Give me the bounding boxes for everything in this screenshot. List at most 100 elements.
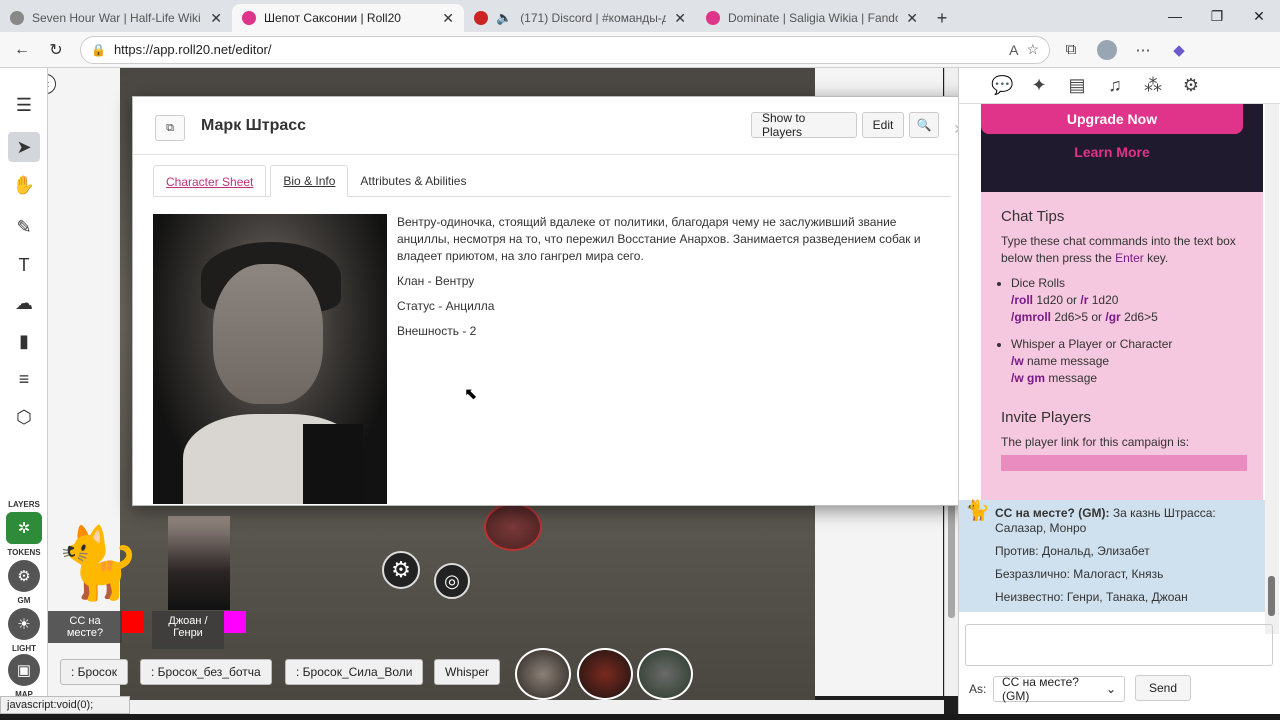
dice-icon[interactable]: ⬡ [8,402,40,432]
status-url: javascript:void(0); [0,696,130,714]
speak-as-select[interactable]: СС на месте? (GM) ⌄ [993,675,1125,703]
close-icon[interactable]: ✕ [906,10,918,27]
url-text: https://app.roll20.net/editor/ [113,42,272,57]
gm-layer-icon[interactable]: ⚙ [8,560,40,592]
pan-hand-icon[interactable]: ✋ [8,170,40,200]
player-color-swatch[interactable] [224,611,246,633]
map-layer-icon[interactable]: ▣ [8,654,40,686]
select-tool-icon[interactable]: ➤ [8,132,40,162]
more-menu-icon[interactable]: ⋯ [1128,36,1158,64]
settings-gear-icon[interactable]: ⚙ [1181,75,1201,96]
upgrade-now-button[interactable]: Upgrade Now [981,104,1243,134]
edit-button[interactable]: Edit [862,112,904,138]
dialog-header: ⧉ Марк Штрасс Show to Players Edit 🔍 ✕ [133,97,979,155]
profile-icon[interactable] [1092,36,1122,64]
read-aloud-icon[interactable]: A [1009,42,1018,58]
character-portrait [153,214,387,504]
tab-label: Seven Hour War | Half-Life Wiki | F [32,11,203,25]
invite-players-title: Invite Players [1001,409,1092,426]
player-name-gm: СС на месте? [48,611,122,643]
horizontal-scrollbar[interactable] [130,700,944,714]
chat-line: Безразлично: Малогаст, Князь [995,567,1164,581]
chat-line: Неизвестно: Генри, Танака, Джоан [995,590,1188,604]
search-icon[interactable]: 🔍 [909,112,939,138]
address-bar: ← ↻ 🔒 https://app.roll20.net/editor/ A ☆… [0,32,1280,68]
journal-icon[interactable]: ▤ [1067,75,1087,96]
browser-tab-roll20[interactable]: Шепот Саксонии | Roll20 ✕ [232,4,464,32]
tab-bio-info[interactable]: Bio & Info [270,165,349,197]
close-icon[interactable]: ✕ [442,10,454,27]
browser-tab-fandom[interactable]: Dominate | Saligia Wikia | Fandom ✕ [696,4,928,32]
player-color-swatch[interactable] [122,611,144,633]
compass-icon[interactable]: ◎ [434,563,470,599]
extensions-icon[interactable]: ⧉ [1056,36,1086,64]
compendium-icon[interactable]: ⁂ [1143,75,1163,96]
tab-character-sheet[interactable]: Character Sheet [153,165,267,197]
invite-text: The player link for this campaign is: [1001,435,1190,449]
chat-sender: СС на месте? (GM): [995,506,1110,520]
learn-more-link[interactable]: Learn More [981,144,1243,160]
macro-button-roll-no-botch[interactable]: : Бросок_без_ботча [140,659,272,685]
chat-tips-title: Chat Tips [1001,208,1065,225]
tab-attributes-abilities[interactable]: Attributes & Abilities [348,165,478,197]
player-link-field[interactable] [1001,455,1247,471]
settings-gear-icon[interactable]: ⚙ [382,551,420,589]
chat-message: 🐈 СС на месте? (GM): За казнь Штрасса: С… [959,500,1265,612]
cat-avatar-icon: 🐈 [965,500,990,522]
discord-favicon-icon [474,11,488,25]
crossed-token[interactable] [484,503,542,551]
roll20-favicon-icon [242,11,256,25]
turn-order-token[interactable] [515,648,571,700]
as-label: As: [969,682,987,696]
player-avatar-cat[interactable]: 🐈 [52,522,144,604]
copilot-icon[interactable]: ◆ [1164,36,1194,64]
text-tool-icon[interactable]: T [8,250,40,280]
left-toolbar: ☰ ➤ ✋ ✎ T ☁ ▮ ≡ ⬡ LAYERS ✲ TOKENS ⚙ GM ☀… [0,68,48,699]
light-layer-icon[interactable]: ☀ [8,608,40,640]
art-library-icon[interactable]: ✦ [1029,75,1049,96]
minimize-icon[interactable]: — [1154,0,1196,32]
reload-icon[interactable]: ↻ [42,36,70,64]
light-label: LIGHT [12,644,36,653]
tab-label: Dominate | Saligia Wikia | Fandom [728,11,899,25]
close-icon[interactable]: ✕ [210,10,222,27]
chat-icon[interactable]: 💬 [991,75,1013,96]
fog-cloud-icon[interactable]: ☁ [8,288,40,318]
turn-order-token[interactable] [637,648,693,700]
jukebox-icon[interactable]: ♫ [1105,75,1125,96]
player-name-joan: Джоан / Генри [152,611,224,649]
browser-tab-discord[interactable]: 🔈 (171) Discord | #команды-д ✕ [464,4,696,32]
bio-clan: Клан - Вентру [397,274,475,288]
menu-icon[interactable]: ☰ [8,90,40,120]
macro-button-roll-willpower[interactable]: : Бросок_Сила_Воли [285,659,424,685]
close-window-icon[interactable]: ✕ [1238,0,1280,32]
send-button[interactable]: Send [1135,675,1191,701]
browser-tab-halflife[interactable]: Seven Hour War | Half-Life Wiki | F ✕ [0,4,232,32]
popout-icon[interactable]: ⧉ [155,115,185,141]
macro-button-roll[interactable]: : Бросок [60,659,128,685]
bio-status: Статус - Анцилла [397,299,495,313]
maximize-icon[interactable]: ❐ [1196,0,1238,32]
chat-input[interactable] [965,624,1273,666]
fandom-favicon-icon [706,11,720,25]
player-avatar-joan[interactable] [168,516,230,610]
chat-scrollbar[interactable] [1265,104,1279,634]
halflife-favicon-icon [10,11,24,25]
chat-tips-intro: Type these chat commands into the text b… [1001,234,1236,265]
favorite-star-icon[interactable]: ☆ [1026,41,1039,58]
ruler-icon[interactable]: ▮ [8,326,40,356]
macro-button-whisper[interactable]: Whisper [434,659,501,685]
bottom-edge [0,714,1280,720]
draw-brush-icon[interactable]: ✎ [8,212,40,242]
close-icon[interactable]: ✕ [674,10,686,27]
tokens-layer-icon[interactable]: ✲ [6,512,42,544]
tab-label: Шепот Саксонии | Roll20 [264,11,401,25]
gm-label: GM [17,596,31,605]
new-tab-button[interactable]: + [928,4,956,32]
speaker-icon[interactable]: 🔈 [496,10,512,26]
turn-order-token[interactable] [577,648,633,700]
back-icon[interactable]: ← [8,36,36,64]
url-field[interactable]: 🔒 https://app.roll20.net/editor/ A ☆ [80,35,1050,64]
show-to-players-button[interactable]: Show to Players [751,111,857,139]
notes-icon[interactable]: ≡ [8,364,40,394]
